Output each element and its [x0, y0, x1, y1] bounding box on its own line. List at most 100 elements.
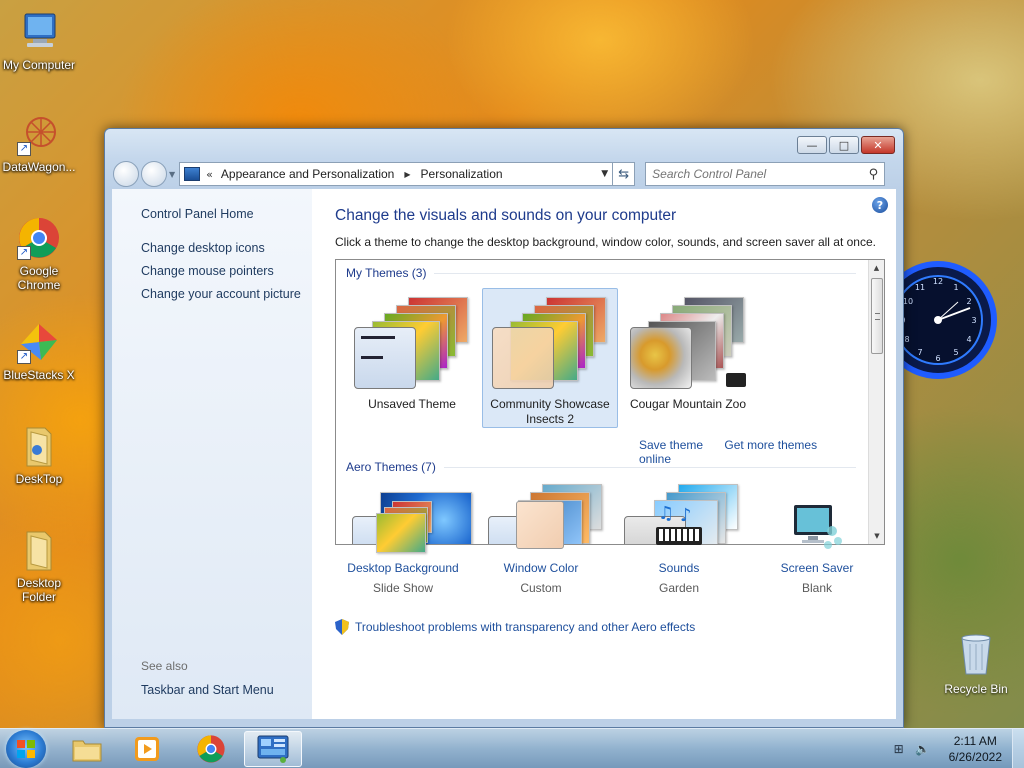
troubleshoot-link[interactable]: Troubleshoot problems with transparency … [335, 619, 695, 635]
taskbar-chrome-button[interactable] [182, 731, 240, 767]
breadcrumb-appearance[interactable]: Appearance and Personalization [221, 167, 394, 181]
shortcut-arrow-icon: ↗ [17, 142, 31, 156]
window-color-value: Custom [520, 581, 562, 595]
task-pane: Control Panel Home Change desktop icons … [112, 189, 312, 719]
zoo-logo-icon [726, 373, 746, 387]
desktop-icon-datawagon[interactable]: ↗ DataWagon... [0, 112, 78, 174]
theme-cougar-mountain-zoo[interactable]: Cougar Mountain Zoo [620, 288, 756, 428]
desktop-icon-bluestacks[interactable]: ↗ BlueStacks X [0, 320, 78, 382]
system-tray: ⊞ 🔈 2:11 AM 6/26/2022 [891, 733, 1008, 765]
folder-icon [17, 528, 61, 572]
scroll-up-icon[interactable]: ▲ [869, 260, 884, 276]
desktop-icon-recycle-bin[interactable]: Recycle Bin [940, 630, 1012, 696]
desktop-icon-label: BlueStacks X [3, 368, 75, 382]
breadcrumb-personalization[interactable]: Personalization [421, 167, 503, 181]
volume-icon[interactable]: 🔈 [915, 741, 931, 757]
control-panel-home-link[interactable]: Control Panel Home [141, 207, 312, 221]
minimize-button[interactable]: — [797, 136, 827, 154]
desktop-icon-my-computer[interactable]: My Computer [0, 10, 78, 72]
desktop-icon-label: My Computer [2, 58, 76, 72]
see-also-heading: See also [141, 659, 188, 673]
scroll-thumb[interactable] [871, 278, 883, 354]
clock-date: 6/26/2022 [948, 750, 1002, 764]
navigation-bar: ▼ « Appearance and Personalization ▶ Per… [113, 161, 895, 187]
window-color-item[interactable]: Window Color Custom [471, 501, 611, 595]
bluestacks-icon: ↗ [17, 320, 61, 364]
search-input[interactable] [652, 167, 869, 181]
sounds-item[interactable]: ♫ ♪ Sounds Garden [609, 501, 749, 595]
breadcrumb-overflow[interactable]: « [206, 168, 213, 181]
svg-text:11: 11 [915, 283, 925, 292]
network-icon[interactable]: ⊞ [891, 741, 907, 757]
svg-text:8: 8 [904, 335, 909, 344]
chrome-icon [197, 735, 225, 763]
search-box[interactable]: ⚲ [645, 162, 886, 186]
desktop-icon-desktop-folder[interactable]: Desktop Folder [0, 528, 78, 604]
address-dropdown-icon[interactable]: ▼ [601, 169, 608, 179]
group-aero-themes: Aero Themes (7) [346, 460, 856, 474]
desktop-background-icon [374, 501, 432, 553]
desktop-background-link[interactable]: Desktop Background [333, 561, 473, 575]
group-title: Aero Themes (7) [346, 460, 436, 474]
screen-saver-link[interactable]: Screen Saver [747, 561, 887, 575]
screen-saver-item[interactable]: Screen Saver Blank [747, 501, 887, 595]
theme-unsaved[interactable]: Unsaved Theme [344, 288, 480, 428]
taskbar-control-panel-button[interactable] [244, 731, 302, 767]
start-button[interactable] [6, 730, 46, 768]
change-mouse-pointers-link[interactable]: Change mouse pointers [141, 264, 312, 278]
clock-gadget[interactable]: 1212 345 678 91011 [879, 258, 1000, 380]
theme-label: Community Showcase Insects 2 [490, 397, 610, 426]
svg-text:3: 3 [971, 316, 976, 325]
recent-pages-dropdown[interactable]: ▼ [169, 170, 175, 179]
sounds-link[interactable]: Sounds [609, 561, 749, 575]
search-icon[interactable]: ⚲ [869, 167, 879, 182]
address-bar[interactable]: « Appearance and Personalization ▶ Perso… [179, 162, 614, 186]
clock-face-icon: 1212 345 678 91011 [879, 261, 997, 379]
folder-icon [17, 424, 61, 468]
window-color-link[interactable]: Window Color [471, 561, 611, 575]
show-desktop-button[interactable] [1012, 729, 1024, 768]
svg-text:10: 10 [903, 297, 913, 306]
theme-community-showcase-insects-2[interactable]: Community Showcase Insects 2 [482, 288, 618, 428]
screen-saver-value: Blank [801, 581, 833, 595]
refresh-button[interactable]: ⇆ [613, 162, 636, 186]
refresh-icon: ⇆ [618, 166, 630, 182]
desktop-background-value: Slide Show [372, 581, 434, 595]
change-account-picture-link[interactable]: Change your account picture [141, 287, 312, 301]
maximize-button[interactable]: □ [829, 136, 859, 154]
svg-text:2: 2 [966, 297, 971, 306]
desktop-icon-google-chrome[interactable]: ↗ Google Chrome [0, 216, 78, 292]
page-title: Change the visuals and sounds on your co… [335, 207, 677, 224]
change-desktop-icons-link[interactable]: Change desktop icons [141, 241, 312, 255]
screen-saver-icon [788, 501, 846, 553]
window-content: Control Panel Home Change desktop icons … [112, 189, 896, 719]
breadcrumb-separator-icon[interactable]: ▶ [404, 170, 410, 179]
taskbar-explorer-button[interactable] [58, 731, 116, 767]
theme-label: Unsaved Theme [368, 397, 456, 411]
media-player-icon [135, 737, 159, 761]
back-button[interactable] [113, 161, 139, 187]
chrome-icon: ↗ [17, 216, 61, 260]
save-theme-link[interactable]: Save theme [639, 438, 703, 452]
shortcut-arrow-icon: ↗ [17, 246, 31, 260]
uac-shield-icon [335, 619, 349, 635]
page-description: Click a theme to change the desktop back… [335, 235, 876, 249]
svg-text:12: 12 [933, 277, 943, 286]
svg-text:♫: ♫ [658, 503, 674, 524]
taskbar-start-menu-link[interactable]: Taskbar and Start Menu [141, 683, 274, 697]
taskbar-clock[interactable]: 2:11 AM 6/26/2022 [949, 733, 1002, 765]
desktop-icon-label: DeskTop [15, 472, 63, 486]
desktop-icon-desktop[interactable]: DeskTop [0, 424, 78, 486]
sounds-icon: ♫ ♪ [650, 501, 708, 553]
desktop-background-item[interactable]: Desktop Background Slide Show [333, 501, 473, 595]
recycle-bin-label: Recycle Bin [944, 682, 1008, 696]
forward-button[interactable] [141, 161, 167, 187]
taskbar-media-player-button[interactable] [118, 731, 176, 767]
theme-preview-icon [488, 293, 612, 389]
help-icon[interactable]: ? [872, 197, 888, 213]
maximize-icon: □ [838, 138, 850, 152]
close-button[interactable]: ✕ [861, 136, 895, 154]
group-title: My Themes (3) [346, 266, 427, 280]
customize-row: Desktop Background Slide Show Window Col… [335, 501, 885, 601]
title-bar[interactable]: — □ ✕ [105, 129, 903, 159]
